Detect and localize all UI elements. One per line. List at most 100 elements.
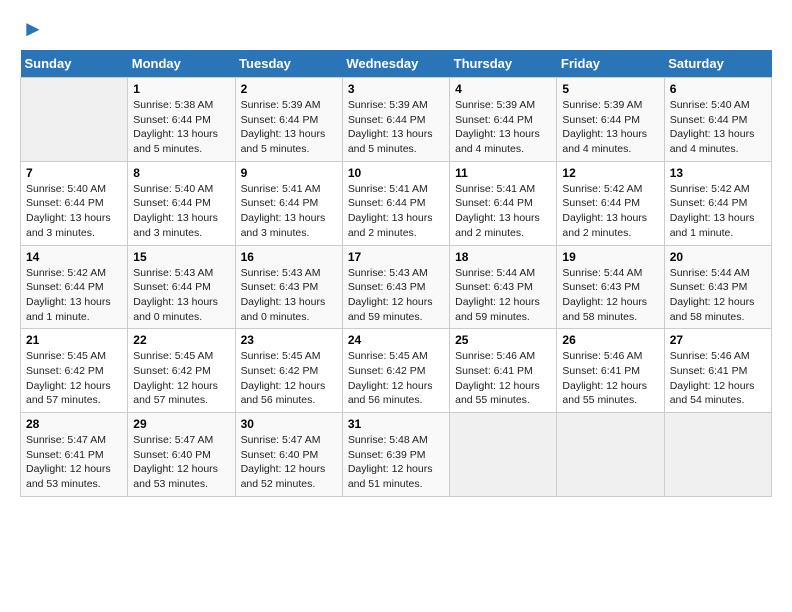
daylight-text: Daylight: 12 hours and 53 minutes. xyxy=(26,463,111,490)
day-number: 31 xyxy=(348,417,444,431)
calendar-cell: 13 Sunrise: 5:42 AM Sunset: 6:44 PM Dayl… xyxy=(664,161,771,245)
day-info: Sunrise: 5:45 AM Sunset: 6:42 PM Dayligh… xyxy=(133,349,229,408)
sunset-text: Sunset: 6:42 PM xyxy=(26,365,104,377)
day-info: Sunrise: 5:38 AM Sunset: 6:44 PM Dayligh… xyxy=(133,98,229,157)
sunrise-text: Sunrise: 5:39 AM xyxy=(241,99,321,111)
sunset-text: Sunset: 6:44 PM xyxy=(348,197,426,209)
calendar-cell: 8 Sunrise: 5:40 AM Sunset: 6:44 PM Dayli… xyxy=(128,161,235,245)
sunrise-text: Sunrise: 5:43 AM xyxy=(348,267,428,279)
day-number: 26 xyxy=(562,333,658,347)
day-number: 16 xyxy=(241,250,337,264)
col-header-tuesday: Tuesday xyxy=(235,50,342,78)
sunset-text: Sunset: 6:44 PM xyxy=(670,197,748,209)
calendar-cell: 17 Sunrise: 5:43 AM Sunset: 6:43 PM Dayl… xyxy=(342,245,449,329)
calendar-week-row: 1 Sunrise: 5:38 AM Sunset: 6:44 PM Dayli… xyxy=(21,78,772,162)
calendar-cell: 22 Sunrise: 5:45 AM Sunset: 6:42 PM Dayl… xyxy=(128,329,235,413)
sunrise-text: Sunrise: 5:42 AM xyxy=(670,183,750,195)
day-info: Sunrise: 5:47 AM Sunset: 6:40 PM Dayligh… xyxy=(133,433,229,492)
day-number: 23 xyxy=(241,333,337,347)
calendar-cell: 16 Sunrise: 5:43 AM Sunset: 6:43 PM Dayl… xyxy=(235,245,342,329)
sunrise-text: Sunrise: 5:45 AM xyxy=(26,350,106,362)
calendar-cell: 14 Sunrise: 5:42 AM Sunset: 6:44 PM Dayl… xyxy=(21,245,128,329)
day-info: Sunrise: 5:45 AM Sunset: 6:42 PM Dayligh… xyxy=(348,349,444,408)
day-number: 1 xyxy=(133,82,229,96)
sunset-text: Sunset: 6:43 PM xyxy=(241,281,319,293)
daylight-text: Daylight: 13 hours and 0 minutes. xyxy=(133,296,218,323)
calendar-cell: 11 Sunrise: 5:41 AM Sunset: 6:44 PM Dayl… xyxy=(450,161,557,245)
calendar-cell xyxy=(664,413,771,497)
day-info: Sunrise: 5:42 AM Sunset: 6:44 PM Dayligh… xyxy=(26,266,122,325)
calendar-cell: 23 Sunrise: 5:45 AM Sunset: 6:42 PM Dayl… xyxy=(235,329,342,413)
calendar-cell: 9 Sunrise: 5:41 AM Sunset: 6:44 PM Dayli… xyxy=(235,161,342,245)
day-info: Sunrise: 5:47 AM Sunset: 6:40 PM Dayligh… xyxy=(241,433,337,492)
day-number: 17 xyxy=(348,250,444,264)
day-info: Sunrise: 5:40 AM Sunset: 6:44 PM Dayligh… xyxy=(670,98,766,157)
calendar-cell: 10 Sunrise: 5:41 AM Sunset: 6:44 PM Dayl… xyxy=(342,161,449,245)
daylight-text: Daylight: 12 hours and 59 minutes. xyxy=(455,296,540,323)
day-info: Sunrise: 5:45 AM Sunset: 6:42 PM Dayligh… xyxy=(26,349,122,408)
sunset-text: Sunset: 6:44 PM xyxy=(241,114,319,126)
sunset-text: Sunset: 6:44 PM xyxy=(26,197,104,209)
sunset-text: Sunset: 6:44 PM xyxy=(133,114,211,126)
day-info: Sunrise: 5:41 AM Sunset: 6:44 PM Dayligh… xyxy=(455,182,551,241)
sunset-text: Sunset: 6:44 PM xyxy=(455,197,533,209)
sunrise-text: Sunrise: 5:40 AM xyxy=(133,183,213,195)
sunrise-text: Sunrise: 5:43 AM xyxy=(133,267,213,279)
calendar-cell xyxy=(21,78,128,162)
day-info: Sunrise: 5:39 AM Sunset: 6:44 PM Dayligh… xyxy=(562,98,658,157)
sunset-text: Sunset: 6:42 PM xyxy=(133,365,211,377)
daylight-text: Daylight: 13 hours and 4 minutes. xyxy=(455,128,540,155)
daylight-text: Daylight: 12 hours and 55 minutes. xyxy=(562,380,647,407)
day-number: 21 xyxy=(26,333,122,347)
calendar-cell: 18 Sunrise: 5:44 AM Sunset: 6:43 PM Dayl… xyxy=(450,245,557,329)
daylight-text: Daylight: 12 hours and 53 minutes. xyxy=(133,463,218,490)
daylight-text: Daylight: 13 hours and 0 minutes. xyxy=(241,296,326,323)
daylight-text: Daylight: 12 hours and 56 minutes. xyxy=(348,380,433,407)
daylight-text: Daylight: 12 hours and 57 minutes. xyxy=(133,380,218,407)
day-info: Sunrise: 5:43 AM Sunset: 6:44 PM Dayligh… xyxy=(133,266,229,325)
day-number: 2 xyxy=(241,82,337,96)
calendar-cell: 25 Sunrise: 5:46 AM Sunset: 6:41 PM Dayl… xyxy=(450,329,557,413)
sunset-text: Sunset: 6:41 PM xyxy=(670,365,748,377)
daylight-text: Daylight: 13 hours and 2 minutes. xyxy=(348,212,433,239)
sunrise-text: Sunrise: 5:41 AM xyxy=(455,183,535,195)
daylight-text: Daylight: 12 hours and 51 minutes. xyxy=(348,463,433,490)
day-number: 14 xyxy=(26,250,122,264)
sunrise-text: Sunrise: 5:40 AM xyxy=(26,183,106,195)
daylight-text: Daylight: 13 hours and 1 minute. xyxy=(26,296,111,323)
day-number: 11 xyxy=(455,166,551,180)
col-header-wednesday: Wednesday xyxy=(342,50,449,78)
calendar-week-row: 14 Sunrise: 5:42 AM Sunset: 6:44 PM Dayl… xyxy=(21,245,772,329)
day-info: Sunrise: 5:42 AM Sunset: 6:44 PM Dayligh… xyxy=(670,182,766,241)
day-info: Sunrise: 5:40 AM Sunset: 6:44 PM Dayligh… xyxy=(26,182,122,241)
sunrise-text: Sunrise: 5:38 AM xyxy=(133,99,213,111)
sunset-text: Sunset: 6:39 PM xyxy=(348,449,426,461)
daylight-text: Daylight: 12 hours and 56 minutes. xyxy=(241,380,326,407)
day-number: 12 xyxy=(562,166,658,180)
calendar-cell: 20 Sunrise: 5:44 AM Sunset: 6:43 PM Dayl… xyxy=(664,245,771,329)
calendar-cell: 27 Sunrise: 5:46 AM Sunset: 6:41 PM Dayl… xyxy=(664,329,771,413)
calendar-cell: 31 Sunrise: 5:48 AM Sunset: 6:39 PM Dayl… xyxy=(342,413,449,497)
day-info: Sunrise: 5:43 AM Sunset: 6:43 PM Dayligh… xyxy=(348,266,444,325)
col-header-monday: Monday xyxy=(128,50,235,78)
sunset-text: Sunset: 6:40 PM xyxy=(133,449,211,461)
col-header-friday: Friday xyxy=(557,50,664,78)
calendar-cell: 6 Sunrise: 5:40 AM Sunset: 6:44 PM Dayli… xyxy=(664,78,771,162)
day-number: 4 xyxy=(455,82,551,96)
day-number: 25 xyxy=(455,333,551,347)
sunrise-text: Sunrise: 5:46 AM xyxy=(562,350,642,362)
sunset-text: Sunset: 6:44 PM xyxy=(133,281,211,293)
sunrise-text: Sunrise: 5:42 AM xyxy=(562,183,642,195)
calendar-cell xyxy=(557,413,664,497)
day-number: 7 xyxy=(26,166,122,180)
calendar-table: SundayMondayTuesdayWednesdayThursdayFrid… xyxy=(20,50,772,497)
calendar-cell: 21 Sunrise: 5:45 AM Sunset: 6:42 PM Dayl… xyxy=(21,329,128,413)
sunset-text: Sunset: 6:43 PM xyxy=(455,281,533,293)
sunrise-text: Sunrise: 5:47 AM xyxy=(241,434,321,446)
day-number: 6 xyxy=(670,82,766,96)
day-info: Sunrise: 5:44 AM Sunset: 6:43 PM Dayligh… xyxy=(670,266,766,325)
sunset-text: Sunset: 6:41 PM xyxy=(26,449,104,461)
day-number: 5 xyxy=(562,82,658,96)
sunrise-text: Sunrise: 5:45 AM xyxy=(133,350,213,362)
calendar-cell: 28 Sunrise: 5:47 AM Sunset: 6:41 PM Dayl… xyxy=(21,413,128,497)
